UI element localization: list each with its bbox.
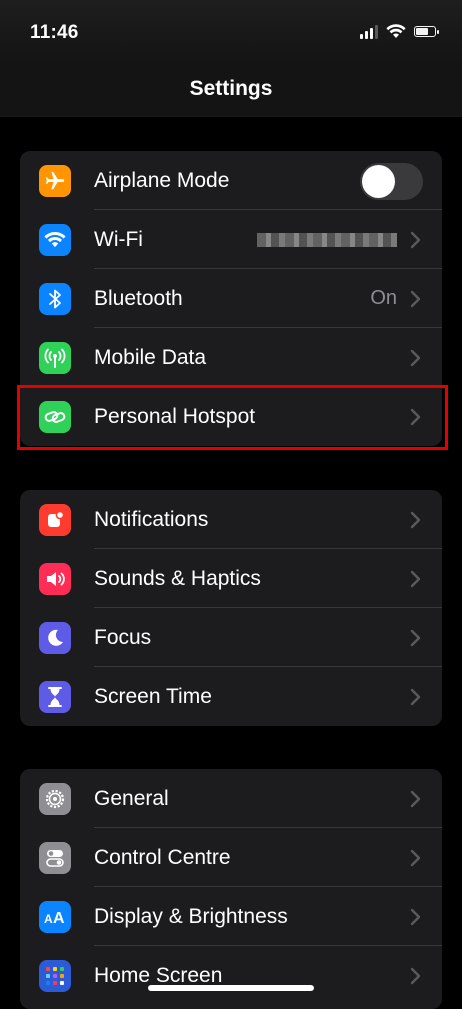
row-label: Control Centre — [94, 846, 231, 869]
text-size-icon: A A — [39, 901, 71, 933]
svg-text:A: A — [44, 912, 53, 926]
general-group: General Control Centre A A Display & Bri… — [20, 769, 442, 1009]
settings-row-display-brightness[interactable]: A A Display & Brightness — [20, 887, 442, 946]
antenna-icon — [39, 342, 71, 374]
row-label: Mobile Data — [94, 346, 207, 369]
chevron-right-icon — [410, 629, 421, 647]
chevron-right-icon — [410, 290, 421, 308]
hourglass-icon — [39, 681, 71, 713]
chevron-right-icon — [410, 349, 421, 367]
settings-row-notifications[interactable]: Notifications — [20, 490, 442, 549]
row-label: Bluetooth — [94, 287, 183, 310]
row-label: Screen Time — [94, 685, 212, 708]
row-label: Focus — [94, 626, 152, 649]
status-bar: 11:46 — [0, 0, 462, 62]
row-label: Home Screen — [94, 964, 223, 987]
settings-row-sounds-haptics[interactable]: Sounds & Haptics — [20, 549, 442, 608]
settings-row-wifi[interactable]: Wi-Fi — [20, 210, 442, 269]
settings-row-focus[interactable]: Focus — [20, 608, 442, 667]
settings-row-personal-hotspot[interactable]: Personal Hotspot — [20, 387, 442, 446]
airplane-icon — [39, 165, 71, 197]
home-indicator[interactable] — [148, 985, 314, 991]
connectivity-group: Airplane Mode Wi-Fi Bluetooth On Mobile … — [20, 151, 442, 446]
row-label: Airplane Mode — [94, 169, 230, 192]
chevron-right-icon — [410, 511, 421, 529]
row-label: Wi-Fi — [94, 228, 143, 251]
bell-icon — [39, 504, 71, 536]
row-label: Personal Hotspot — [94, 405, 256, 428]
airplane-mode-toggle[interactable] — [360, 163, 423, 200]
chevron-right-icon — [410, 967, 421, 985]
bluetooth-icon — [39, 283, 71, 315]
battery-icon — [414, 26, 439, 37]
settings-row-bluetooth[interactable]: Bluetooth On — [20, 269, 442, 328]
status-time: 11:46 — [30, 22, 79, 43]
chevron-right-icon — [410, 849, 421, 867]
navigation-bar: Settings — [0, 62, 462, 117]
settings-row-airplane-mode[interactable]: Airplane Mode — [20, 151, 442, 210]
cellular-signal-icon — [360, 24, 378, 39]
row-label: Display & Brightness — [94, 905, 288, 928]
settings-row-home-screen[interactable]: Home Screen — [20, 946, 442, 1005]
wifi-icon — [39, 224, 71, 256]
row-label: General — [94, 787, 169, 810]
switches-icon — [39, 842, 71, 874]
chevron-right-icon — [410, 231, 421, 249]
hotspot-icon — [39, 401, 71, 433]
wifi-network-name-obscured — [257, 233, 397, 247]
chevron-right-icon — [410, 408, 421, 426]
settings-row-control-centre[interactable]: Control Centre — [20, 828, 442, 887]
moon-icon — [39, 622, 71, 654]
chevron-right-icon — [410, 908, 421, 926]
chevron-right-icon — [410, 790, 421, 808]
home-grid-icon — [39, 960, 71, 992]
wifi-status-icon — [386, 24, 406, 38]
row-label: Notifications — [94, 508, 209, 531]
gear-icon — [39, 783, 71, 815]
chevron-right-icon — [410, 688, 421, 706]
chevron-right-icon — [410, 570, 421, 588]
page-title: Settings — [189, 77, 273, 100]
settings-row-general[interactable]: General — [20, 769, 442, 828]
bluetooth-status-value: On — [370, 287, 397, 309]
row-label: Sounds & Haptics — [94, 567, 261, 590]
notifications-group: Notifications Sounds & Haptics Focus Scr… — [20, 490, 442, 726]
status-icons — [360, 24, 439, 39]
speaker-icon — [39, 563, 71, 595]
settings-row-mobile-data[interactable]: Mobile Data — [20, 328, 442, 387]
svg-text:A: A — [53, 910, 65, 926]
settings-row-screen-time[interactable]: Screen Time — [20, 667, 442, 726]
